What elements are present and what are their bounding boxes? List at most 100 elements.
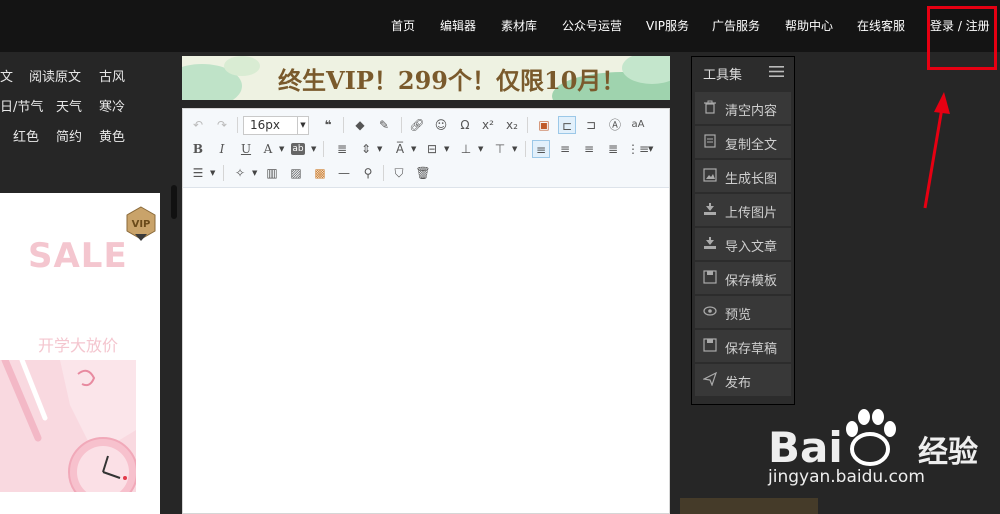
image-icon <box>703 168 717 182</box>
category-tag[interactable]: 日/节气 <box>0 96 43 115</box>
tool-publish[interactable]: 发布 <box>695 364 791 396</box>
tool-label: 生成长图 <box>725 172 778 187</box>
horizontal-rule-icon[interactable]: — <box>335 164 353 182</box>
nav-vip-service[interactable]: VIP服务 <box>646 17 689 34</box>
tool-label: 清空内容 <box>725 104 778 119</box>
tool-copy-all[interactable]: 复制全文 <box>695 126 791 158</box>
chevron-down-icon[interactable]: ▼ <box>279 145 284 153</box>
indent-left-icon[interactable]: ⊏ <box>558 116 576 134</box>
category-tag[interactable]: 文 <box>0 66 13 85</box>
paste-icon[interactable]: ▣ <box>535 116 553 134</box>
link-icon[interactable]: 🔗︎ <box>408 116 426 134</box>
nav-ad-service[interactable]: 广告服务 <box>712 17 760 34</box>
tool-save-draft[interactable]: 保存草稿 <box>695 330 791 362</box>
save-icon <box>703 270 717 284</box>
chevron-down-icon[interactable]: ▼ <box>210 169 215 177</box>
highlight-color-icon[interactable]: ab <box>291 143 305 155</box>
magic-wand-icon[interactable]: ✧ <box>231 164 249 182</box>
svg-text:VIP: VIP <box>132 219 151 230</box>
unordered-list-icon[interactable]: ☰ <box>189 164 207 182</box>
baidu-jingyan-watermark: Bai 经验 jingyan.baidu.com <box>768 405 1000 505</box>
sale-subtitle: 开学大放价 <box>38 336 119 355</box>
align-center-icon[interactable]: ≡ <box>556 140 574 158</box>
category-tag[interactable]: 天气 <box>56 96 82 115</box>
tool-label: 保存模板 <box>725 274 778 289</box>
category-tag[interactable]: 红色 <box>13 126 39 145</box>
watermark-jingyan-text: 经验 <box>918 435 978 470</box>
chevron-down-icon[interactable]: ▼ <box>512 145 517 153</box>
tool-label: 导入文章 <box>725 240 778 255</box>
tool-preview[interactable]: 预览 <box>695 296 791 328</box>
chevron-down-icon[interactable]: ▼ <box>377 145 382 153</box>
tool-import-article[interactable]: 导入文章 <box>695 228 791 260</box>
copy-icon <box>704 134 716 148</box>
toolbar-divider <box>343 117 344 133</box>
special-char-icon[interactable]: Ω <box>456 116 474 134</box>
tool-upload-image[interactable]: 上传图片 <box>695 194 791 226</box>
tool-label: 保存草稿 <box>725 342 778 357</box>
nav-official-account[interactable]: 公众号运营 <box>562 17 622 34</box>
watermark-url: jingyan.baidu.com <box>768 467 925 487</box>
format-brush-icon[interactable]: ✎ <box>375 116 393 134</box>
chevron-down-icon[interactable]: ▼ <box>444 145 449 153</box>
ordered-list-icon[interactable]: ⋮≡ <box>627 140 649 158</box>
line-height-icon[interactable]: ⇕ <box>357 140 375 158</box>
emoji-icon[interactable]: ☺ <box>432 116 450 134</box>
letter-spacing-icon[interactable]: A̅ <box>391 140 409 158</box>
left-panel-scrollbar[interactable] <box>171 185 177 219</box>
login-highlight-box <box>927 6 997 70</box>
html5-icon[interactable]: ⛉ <box>390 164 408 182</box>
spacing-after-icon[interactable]: ⊤ <box>491 140 509 158</box>
toolbar-divider <box>323 141 324 157</box>
paragraph-spacing-icon[interactable]: ≣ <box>333 140 351 158</box>
nav-editor[interactable]: 编辑器 <box>440 17 476 34</box>
font-size-select[interactable]: 16px ▼ <box>243 116 309 135</box>
blockquote-icon[interactable]: ❝ <box>319 116 337 134</box>
undo-icon[interactable]: ↶ <box>189 116 207 134</box>
promo-banner[interactable]: 终生VIP！299个！仅限10月！ <box>182 56 670 100</box>
case-upper-icon[interactable]: Ⓐ <box>606 116 624 134</box>
font-color-icon[interactable]: A <box>259 140 277 158</box>
tool-generate-long-image[interactable]: 生成长图 <box>695 160 791 192</box>
tool-clear-content[interactable]: 清空内容 <box>695 92 791 124</box>
case-lower-icon[interactable]: aA <box>629 116 647 134</box>
bold-icon[interactable]: B <box>189 140 207 158</box>
chevron-down-icon[interactable]: ▼ <box>311 145 316 153</box>
image-gallery-icon[interactable]: ▩ <box>311 164 329 182</box>
image-insert-icon[interactable]: ▨ <box>287 164 305 182</box>
chevron-down-icon[interactable]: ▼ <box>648 145 653 153</box>
align-right-icon[interactable]: ≡ <box>580 140 598 158</box>
tool-label: 发布 <box>725 376 752 391</box>
chevron-down-icon[interactable]: ▼ <box>252 169 257 177</box>
category-tag[interactable]: 寒冷 <box>99 96 125 115</box>
hamburger-menu-icon[interactable] <box>769 65 784 78</box>
banner-text: 终生VIP！299个！仅限10月！ <box>278 66 626 95</box>
redo-icon[interactable]: ↷ <box>213 116 231 134</box>
tool-save-template[interactable]: 保存模板 <box>695 262 791 294</box>
indent-right-icon[interactable]: ⊐ <box>582 116 600 134</box>
nav-online-support[interactable]: 在线客服 <box>857 17 905 34</box>
chevron-down-icon[interactable]: ▼ <box>411 145 416 153</box>
search-replace-icon[interactable]: ⚲ <box>359 164 377 182</box>
spacing-before-icon[interactable]: ⊥ <box>457 140 475 158</box>
clear-trash-icon[interactable]: 🗑︎ <box>414 164 432 182</box>
align-left-icon[interactable]: ≡ <box>532 140 550 158</box>
tool-label: 预览 <box>725 308 752 323</box>
category-tag[interactable]: 黄色 <box>99 126 125 145</box>
margin-icon[interactable]: ⊟ <box>423 140 441 158</box>
superscript-icon[interactable]: x² <box>479 116 497 134</box>
sale-heading: SALE <box>28 236 128 276</box>
italic-icon[interactable]: I <box>213 140 231 158</box>
category-tag[interactable]: 古风 <box>99 66 125 85</box>
column-icon[interactable]: ▥ <box>263 164 281 182</box>
chevron-down-icon[interactable]: ▼ <box>478 145 483 153</box>
nav-home[interactable]: 首页 <box>391 17 415 34</box>
align-justify-icon[interactable]: ≣ <box>604 140 622 158</box>
nav-help-center[interactable]: 帮助中心 <box>785 17 833 34</box>
eraser-icon[interactable]: ◆ <box>351 116 369 134</box>
category-tag[interactable]: 简约 <box>56 126 82 145</box>
nav-materials[interactable]: 素材库 <box>501 17 537 34</box>
subscript-icon[interactable]: x₂ <box>503 116 521 134</box>
category-tag[interactable]: 阅读原文 <box>29 66 81 85</box>
underline-icon[interactable]: U <box>237 140 255 158</box>
